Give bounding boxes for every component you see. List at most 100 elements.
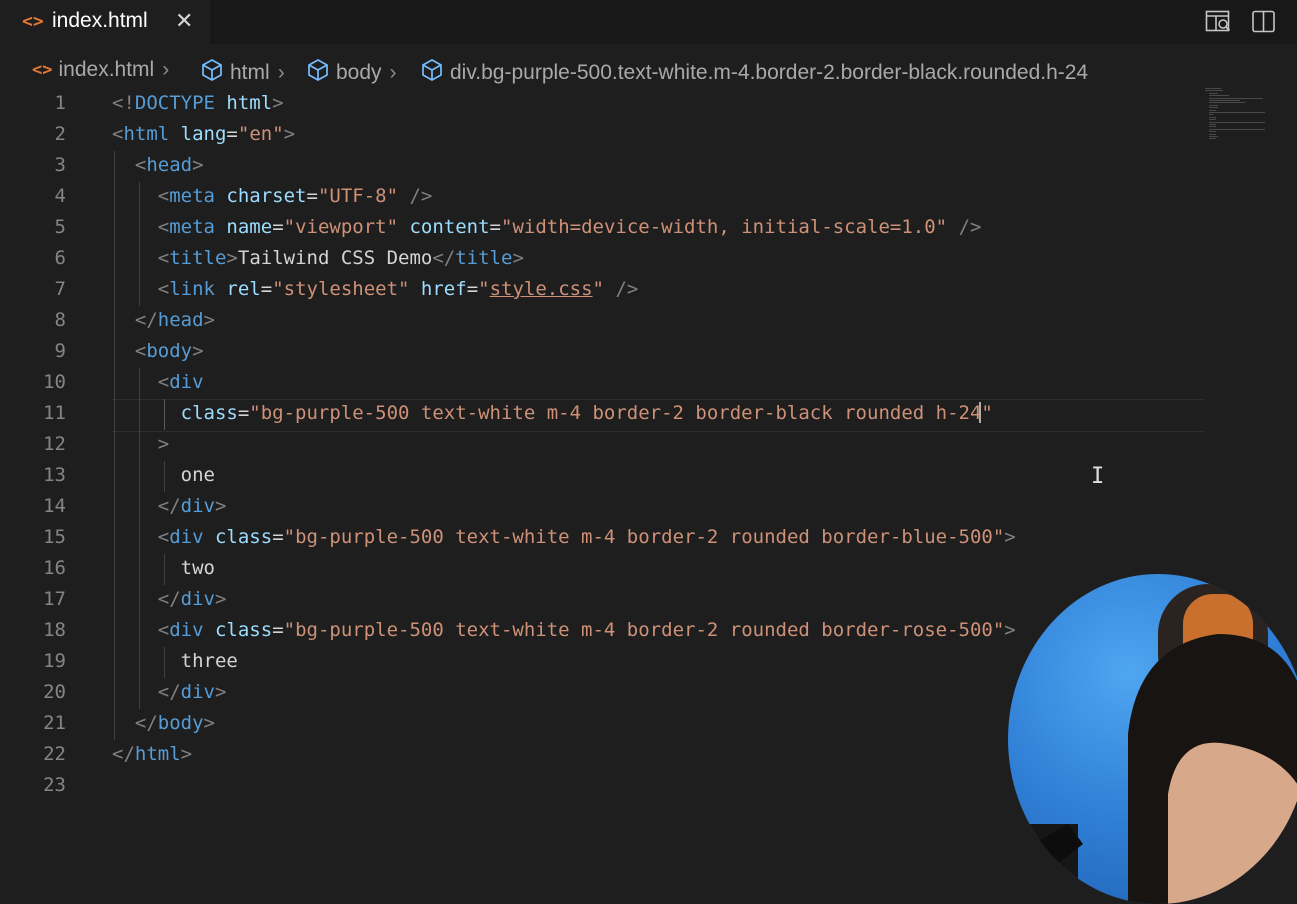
code-token: </ (432, 247, 456, 269)
line-number: 13 (43, 464, 66, 486)
open-preview-icon[interactable] (1205, 9, 1231, 35)
code-line[interactable]: 2 <html lang="en"> (0, 120, 1297, 151)
close-icon[interactable]: ✕ (175, 8, 193, 34)
code-token: html (123, 123, 170, 145)
code-token: class (180, 402, 238, 424)
code-token: div (169, 526, 204, 548)
code-token: " (592, 278, 604, 300)
minimap-line (1209, 133, 1217, 135)
breadcrumb-item-div[interactable]: div.bg-purple-500.text-white.m-4.border-… (420, 58, 1088, 88)
code-text: <body> (112, 340, 204, 362)
code-line[interactable]: 1 <!DOCTYPE html> (0, 89, 1297, 120)
code-text: <div (112, 371, 204, 393)
code-line[interactable]: 3 <head> (0, 151, 1297, 182)
breadcrumb-item-file[interactable]: <> index.html › (32, 58, 177, 82)
cube-icon (420, 58, 444, 88)
line-number: 12 (43, 433, 66, 455)
code-line[interactable]: 4 <meta charset="UTF-8" /> (0, 182, 1297, 213)
cube-icon (306, 58, 330, 88)
code-text: </body> (112, 712, 215, 734)
code-line[interactable]: 6 <title>Tailwind CSS Demo</title> (0, 244, 1297, 275)
code-line[interactable]: 14 </div> (0, 492, 1297, 523)
code-line[interactable]: 16 two (0, 554, 1297, 585)
code-token: </ (157, 588, 181, 610)
code-line[interactable]: 15 <div class="bg-purple-500 text-white … (0, 523, 1297, 554)
minimap-line (1209, 138, 1217, 140)
cube-icon (200, 58, 224, 88)
minimap[interactable] (1205, 88, 1285, 148)
code-token: </ (112, 743, 135, 765)
code-token: href (409, 278, 467, 300)
line-number: 19 (43, 650, 66, 672)
code-token: /> (398, 185, 433, 207)
code-token: charset (214, 185, 307, 207)
webcam-overlay (1008, 574, 1297, 904)
split-editor-icon[interactable] (1251, 9, 1277, 35)
minimap-line (1209, 95, 1229, 97)
code-token: head (146, 154, 193, 176)
code-token: DOCTYPE (134, 92, 215, 114)
code-text: <title>Tailwind CSS Demo</title> (112, 247, 524, 269)
tab-index-html[interactable]: <> index.html ✕ (0, 0, 210, 44)
code-token: > (214, 681, 227, 703)
html-file-icon: <> (22, 11, 44, 32)
code-text: three (112, 650, 238, 672)
code-line[interactable]: 11 class="bg-purple-500 text-white m-4 b… (0, 399, 1297, 430)
text-caret (978, 402, 981, 423)
code-token: div (180, 681, 215, 703)
line-number: 1 (54, 92, 66, 114)
tab-bar: <> index.html ✕ (0, 0, 1297, 44)
code-token: > (214, 495, 227, 517)
code-line[interactable]: 5 <meta name="viewport" content="width=d… (0, 213, 1297, 244)
minimap-line (1209, 100, 1240, 101)
code-token: "bg-purple-500 text-white m-4 border-2 b… (249, 402, 993, 424)
code-token: < (157, 278, 170, 300)
minimap-line (1209, 128, 1265, 130)
code-text: <html lang="en"> (112, 123, 295, 145)
code-token: = (466, 278, 479, 300)
line-number: 10 (43, 371, 66, 393)
code-token: head (157, 309, 204, 331)
code-token: > (1004, 526, 1016, 548)
code-token: > (157, 433, 170, 455)
breadcrumb: <> index.html › html › body › div.bg-pur… (0, 52, 1297, 90)
minimap-line (1209, 109, 1217, 111)
code-token: </ (157, 495, 181, 517)
code-token: = (226, 123, 238, 145)
code-line[interactable]: 8 </head> (0, 306, 1297, 337)
breadcrumb-item-html[interactable]: html › (200, 58, 293, 88)
code-line[interactable]: 9 <body> (0, 337, 1297, 368)
code-line[interactable]: 10 <div (0, 368, 1297, 399)
minimap-line (1209, 124, 1217, 125)
code-token: div (169, 371, 204, 393)
code-token: > (1004, 619, 1016, 641)
code-token: < (134, 154, 147, 176)
code-token: " (478, 278, 490, 300)
code-token: div (169, 619, 204, 641)
code-line[interactable]: 7 <link rel="stylesheet" href="style.css… (0, 275, 1297, 306)
code-token: "width=device-width, initial-scale=1.0" (501, 216, 948, 238)
code-text: class="bg-purple-500 text-white m-4 bord… (112, 402, 993, 424)
breadcrumb-item-body[interactable]: body › (306, 58, 405, 88)
line-number: 5 (54, 216, 66, 238)
line-number: 2 (54, 123, 66, 145)
code-token: meta (169, 185, 215, 207)
line-number: 20 (43, 681, 66, 703)
minimap-line (1209, 121, 1265, 123)
line-number: 8 (54, 309, 66, 331)
code-token: </ (134, 712, 158, 734)
code-token: = (489, 216, 501, 238)
code-token: class (203, 619, 273, 641)
line-number: 7 (54, 278, 66, 300)
code-line[interactable]: 12 > (0, 430, 1297, 461)
code-token: div (180, 495, 215, 517)
